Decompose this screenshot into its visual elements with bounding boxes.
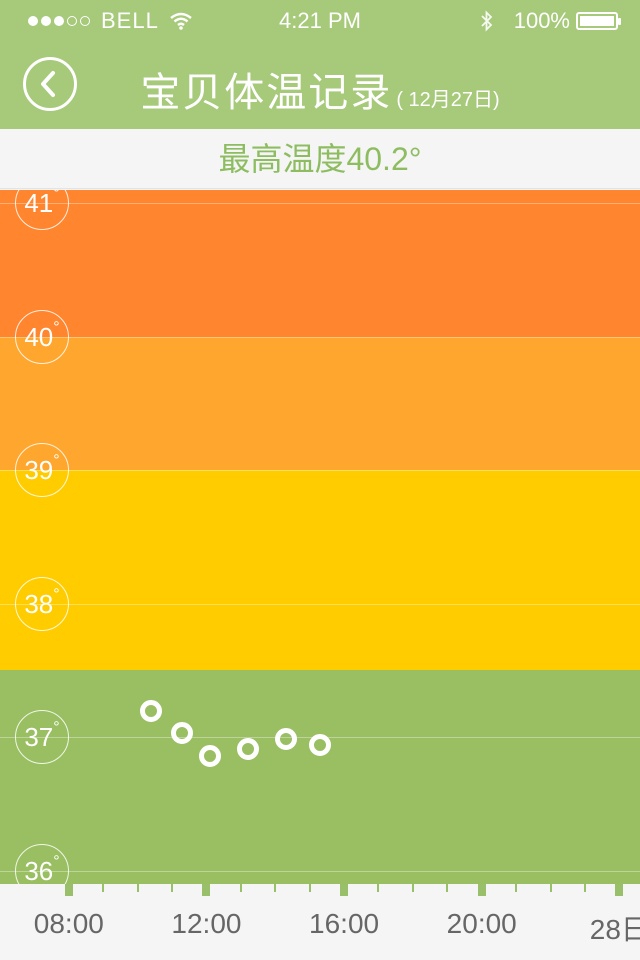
y-tick-label: 40° (15, 309, 69, 364)
temperature-point[interactable] (140, 699, 163, 722)
x-tick-label: 16:00 (309, 908, 380, 939)
max-temperature-label: 最高温度40.2° (0, 129, 640, 189)
page-date: ( 12月27日) (396, 89, 500, 111)
x-minor-tick (446, 884, 449, 892)
temperature-band-0 (0, 190, 640, 337)
y-tick-label: 38° (15, 576, 69, 631)
temperature-band-2 (0, 470, 640, 671)
temperature-chart: 36° 37° 38° 39° 40° 41° (0, 190, 640, 884)
x-minor-tick (515, 884, 518, 892)
y-tick-value: 36 (24, 855, 54, 884)
status-right: 100% (480, 8, 621, 34)
y-tick-value: 41 (24, 190, 54, 219)
y-tick-value: 38 (24, 588, 54, 619)
x-minor-tick (136, 884, 139, 892)
y-tick-unit: ° (53, 719, 60, 737)
x-tick-label: 28日 (589, 914, 640, 945)
x-major-tick (615, 884, 624, 896)
gridline (0, 203, 640, 205)
y-tick-unit: ° (53, 190, 60, 203)
x-minor-tick (549, 884, 552, 892)
gridline (0, 870, 640, 872)
y-tick-unit: ° (53, 585, 60, 603)
y-tick-unit: ° (53, 318, 60, 336)
y-tick-label: 39° (15, 443, 69, 498)
battery-icon (576, 12, 621, 30)
temperature-point[interactable] (198, 744, 221, 767)
battery-percent: 100% (513, 8, 570, 33)
x-minor-tick (377, 884, 380, 892)
x-tick-label: 08:00 (33, 908, 104, 939)
y-tick-value: 39 (24, 455, 54, 486)
y-tick-label: 37° (15, 710, 69, 765)
temperature-band-3 (0, 670, 640, 884)
temperature-point[interactable] (236, 738, 259, 761)
x-major-tick (477, 884, 486, 896)
x-minor-tick (411, 884, 414, 892)
x-minor-tick (583, 884, 586, 892)
x-major-tick (202, 884, 211, 896)
x-major-tick (340, 884, 349, 896)
x-minor-tick (171, 884, 174, 892)
x-major-tick (64, 884, 73, 896)
gridline (0, 470, 640, 472)
x-minor-tick (274, 884, 277, 892)
nav-bar: 宝贝体温记录( 12月27日) (0, 40, 640, 129)
x-minor-tick (239, 884, 242, 892)
page-title: 宝贝体温记录( 12月27日) (0, 60, 640, 118)
x-tick-label: 12:00 (171, 908, 242, 939)
y-tick-unit: ° (53, 852, 60, 870)
x-minor-tick (308, 884, 311, 892)
y-tick-unit: ° (53, 452, 60, 470)
x-tick-label: 20:00 (446, 908, 517, 939)
temperature-band-1 (0, 336, 640, 471)
gridline (0, 603, 640, 605)
status-bar: BELL 4:21 PM 100% (0, 0, 640, 40)
y-tick-value: 37 (24, 722, 54, 753)
x-minor-tick (102, 884, 105, 892)
gridline (0, 336, 640, 338)
bluetooth-icon (481, 10, 492, 32)
time-axis: 08:00 12:00 16:00 20:00 28日 (0, 884, 640, 960)
temperature-point[interactable] (274, 727, 297, 750)
page-title-text: 宝贝体温记录 (140, 71, 393, 115)
y-tick-value: 40 (24, 321, 54, 352)
